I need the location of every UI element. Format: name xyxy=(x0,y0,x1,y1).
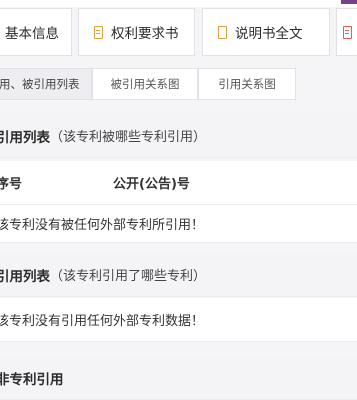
cited-by-section-note: （该专利被哪些专利引用） xyxy=(50,130,207,145)
top-strip xyxy=(0,0,357,7)
subtab-cited-graph-label: 被引用关系图 xyxy=(110,77,180,91)
cited-by-section-title: 引用列表 xyxy=(0,129,50,146)
top-accent-bar xyxy=(341,0,357,4)
tab-description[interactable]: 说明书全文 xyxy=(202,8,330,56)
subtab-citation-graph-label: 引用关系图 xyxy=(218,77,276,91)
tab-basic-info-label: 基本信息 xyxy=(5,26,59,42)
cited-by-empty-row: 该专利没有被任何外部专利所引用！ xyxy=(0,205,357,243)
nonpatent-section-header: 非专利引用 xyxy=(0,356,357,400)
document-outline-icon xyxy=(218,25,227,39)
cites-section-header: 引用列表 （该专利引用了哪些专利） xyxy=(0,253,357,297)
cites-empty-message: 该专利没有引用任何外部专利数据！ xyxy=(0,314,205,329)
cites-section-note: （该专利引用了哪些专利） xyxy=(50,269,207,284)
tab-claims-label: 权利要求书 xyxy=(111,26,179,42)
tab-claims[interactable]: 权利要求书 xyxy=(78,8,195,56)
tab-basic-info[interactable]: 基本信息 xyxy=(0,8,72,56)
cited-by-table-header: 序号 公开(公告)号 xyxy=(0,161,357,205)
subtab-citation-list[interactable]: 用、被引用列表 xyxy=(0,68,92,100)
tab-description-label: 说明书全文 xyxy=(235,26,303,42)
cites-empty-row: 该专利没有引用任何外部专利数据！ xyxy=(0,298,357,342)
cited-by-empty-message: 该专利没有被任何外部专利所引用！ xyxy=(0,218,205,233)
column-number-header: 序号 xyxy=(0,177,23,192)
main-tab-bar: 基本信息 权利要求书 说明书全文 xyxy=(0,8,357,58)
subtab-cited-graph[interactable]: 被引用关系图 xyxy=(92,68,198,100)
pdf-icon xyxy=(343,25,352,39)
subtab-citation-list-label: 用、被引用列表 xyxy=(0,77,80,91)
column-publication-header: 公开(公告)号 xyxy=(113,177,190,192)
subtab-citation-graph[interactable]: 引用关系图 xyxy=(198,68,296,100)
document-icon xyxy=(94,25,103,39)
cites-section-title: 引用列表 xyxy=(0,268,50,285)
nonpatent-section-title: 非专利引用 xyxy=(0,371,64,388)
tab-pdf[interactable] xyxy=(336,8,357,56)
cited-by-section-header: 引用列表 （该专利被哪些专利引用） xyxy=(0,114,357,158)
